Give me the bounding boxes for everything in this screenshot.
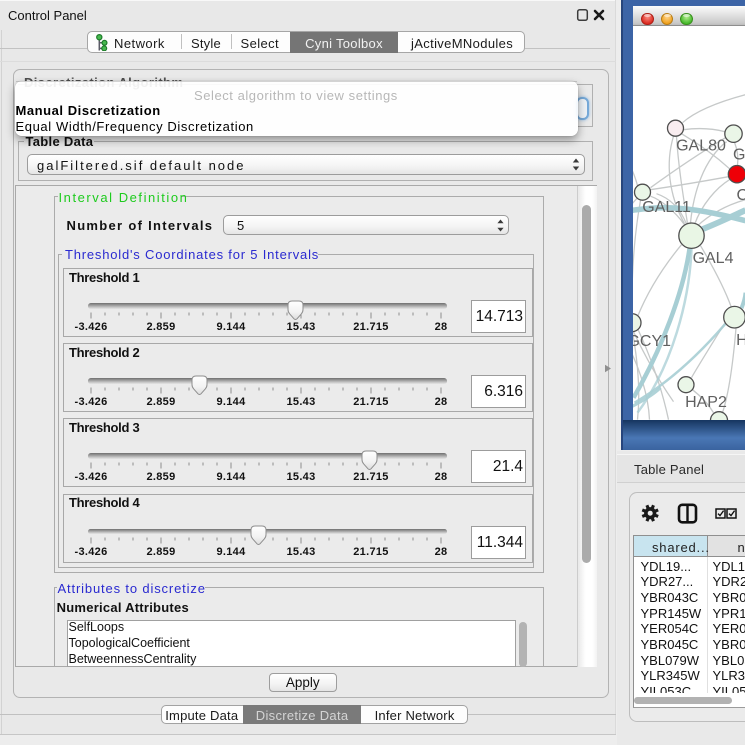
svg-text:GAL11: GAL11 bbox=[642, 199, 691, 216]
svg-text:GAL80: GAL80 bbox=[676, 138, 726, 155]
svg-text:HAP2: HAP2 bbox=[685, 394, 727, 411]
svg-text:GAL4: GAL4 bbox=[692, 250, 733, 267]
svg-text:CY: CY bbox=[736, 187, 745, 204]
svg-text:GCY1: GCY1 bbox=[633, 333, 671, 350]
svg-text:HAP: HAP bbox=[736, 332, 745, 349]
svg-text:GAL: GAL bbox=[732, 147, 745, 164]
